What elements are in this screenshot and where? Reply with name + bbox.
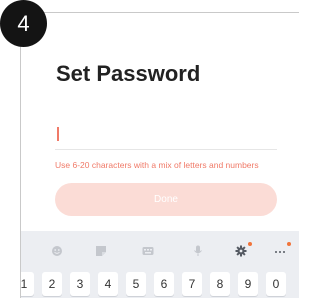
password-field[interactable] (55, 125, 277, 150)
phone-screen: Set Password Use 6-20 characters with a … (20, 12, 299, 298)
keyboard-layout-icon[interactable] (142, 245, 154, 257)
step-number-badge: 4 (0, 0, 47, 47)
text-cursor (57, 127, 59, 141)
keyboard-toolbar (21, 231, 299, 269)
sticker-icon[interactable] (95, 245, 107, 257)
page-title: Set Password (56, 61, 201, 86)
done-button[interactable]: Done (55, 183, 277, 216)
key-9[interactable]: 9 (238, 272, 258, 296)
key-2[interactable]: 2 (42, 272, 62, 296)
more-notification-dot (287, 242, 291, 246)
settings-icon[interactable] (235, 245, 247, 257)
emoji-icon[interactable] (51, 245, 63, 257)
settings-notification-dot (248, 242, 252, 246)
key-0[interactable]: 0 (266, 272, 286, 296)
key-1[interactable]: 1 (21, 272, 34, 296)
key-7[interactable]: 7 (182, 272, 202, 296)
key-3[interactable]: 3 (70, 272, 90, 296)
key-5[interactable]: 5 (126, 272, 146, 296)
password-hint: Use 6-20 characters with a mix of letter… (55, 160, 259, 170)
microphone-icon[interactable] (192, 245, 204, 257)
key-8[interactable]: 8 (210, 272, 230, 296)
key-4[interactable]: 4 (98, 272, 118, 296)
key-6[interactable]: 6 (154, 272, 174, 296)
number-key-row: 1 2 3 4 5 6 7 8 9 0 (21, 269, 299, 298)
more-icon[interactable] (274, 245, 286, 257)
on-screen-keyboard: 1 2 3 4 5 6 7 8 9 0 (21, 231, 299, 298)
